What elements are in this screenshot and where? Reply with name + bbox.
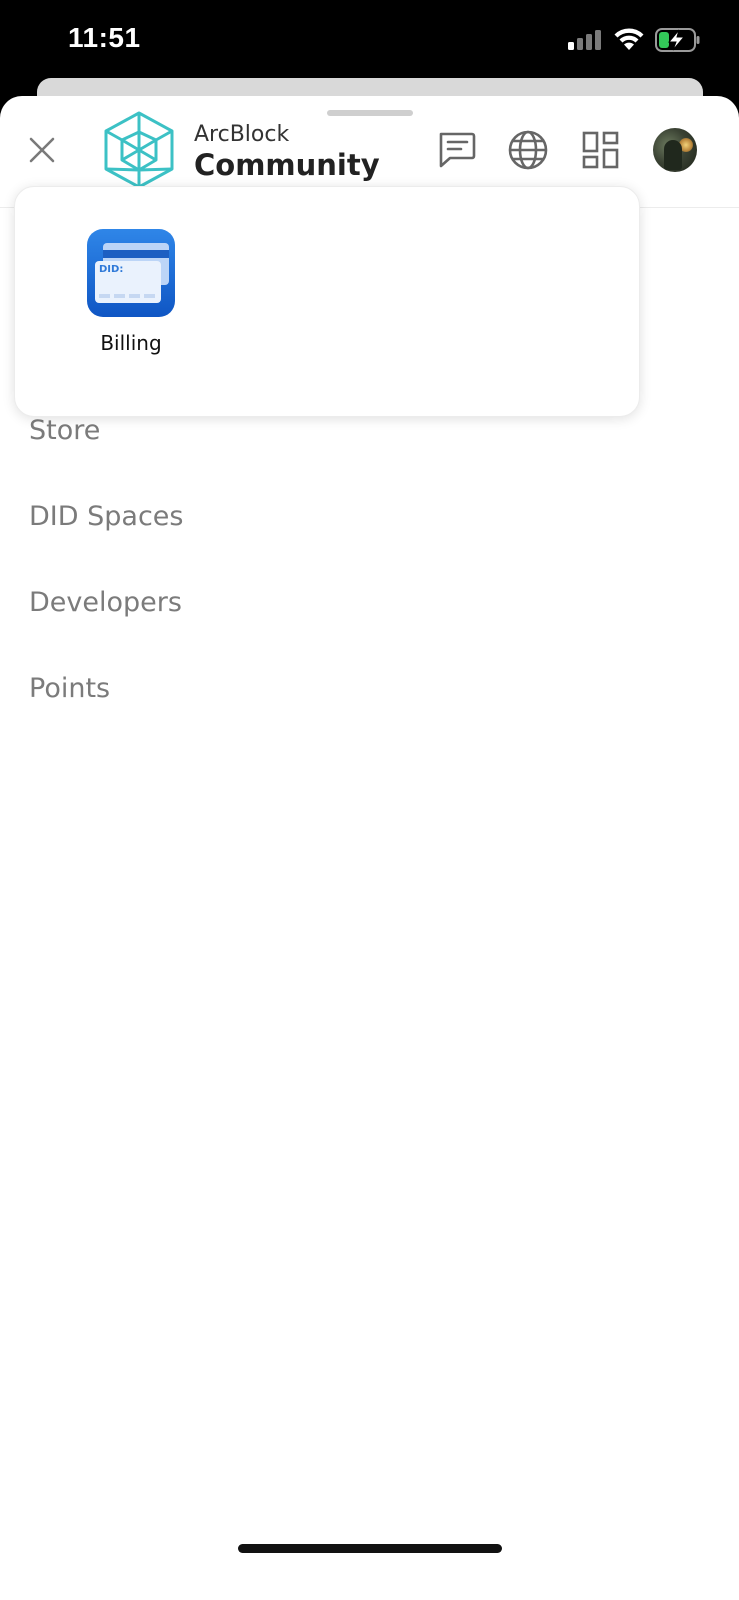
app-label-billing: Billing: [100, 331, 162, 355]
apps-grid-icon[interactable]: [580, 129, 622, 171]
app-tile-billing[interactable]: DID: Billing: [79, 229, 183, 355]
brand-bottom-text: Community: [194, 148, 380, 182]
nav-item-did-spaces[interactable]: DID Spaces: [29, 502, 183, 588]
brand-top-text: ArcBlock: [194, 122, 290, 147]
home-indicator[interactable]: [238, 1544, 502, 1553]
card-dots: [99, 294, 155, 298]
message-icon[interactable]: [436, 129, 478, 171]
app-launcher-popup: DID: Billing: [14, 186, 640, 417]
billing-icon: DID:: [87, 229, 175, 317]
card-front: DID:: [95, 261, 161, 303]
app-sheet: ArcBlock Community Store DID Spaces Deve…: [0, 96, 739, 1600]
status-time: 11:51: [68, 22, 141, 53]
avatar-figure: [664, 140, 682, 170]
nav-item-store[interactable]: Store: [29, 416, 183, 502]
nav-item-points[interactable]: Points: [29, 674, 183, 760]
close-icon[interactable]: [24, 132, 60, 168]
arcblock-logo-icon[interactable]: [102, 110, 176, 190]
avatar[interactable]: [653, 128, 697, 172]
globe-icon[interactable]: [507, 129, 549, 171]
status-bar: 11:51: [0, 0, 739, 82]
nav-item-developers[interactable]: Developers: [29, 588, 183, 674]
brand-name: ArcBlock Community: [194, 122, 380, 182]
battery-charging-icon: [655, 28, 700, 52]
card-did-text: DID:: [99, 264, 124, 275]
nav-menu: Store DID Spaces Developers Points: [29, 416, 183, 760]
cellular-signal-icon: [568, 30, 604, 50]
wifi-icon: [614, 28, 644, 50]
card-stripe: [103, 250, 169, 258]
